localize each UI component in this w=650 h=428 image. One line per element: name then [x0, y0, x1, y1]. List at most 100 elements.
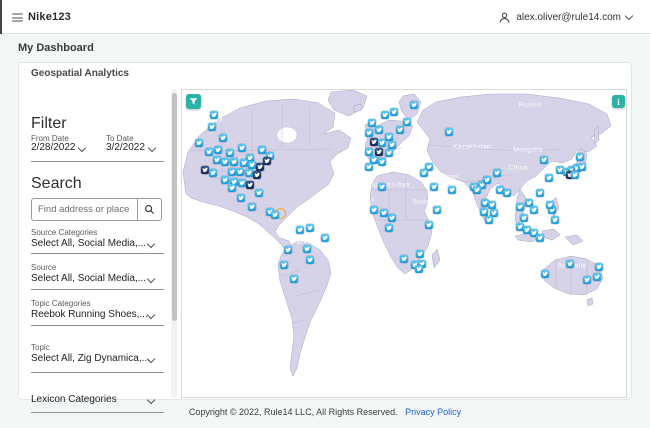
tweet-marker[interactable] [208, 123, 216, 131]
tweet-marker[interactable] [284, 246, 292, 254]
tweet-marker[interactable] [503, 189, 511, 197]
tweet-marker[interactable] [385, 224, 393, 232]
tweet-marker[interactable] [378, 139, 386, 147]
tweet-marker[interactable] [321, 234, 329, 242]
topic-categories-select[interactable]: Reebok Running Shoes,... [31, 309, 148, 320]
map-info-button[interactable]: i [612, 95, 625, 108]
tweet-marker[interactable] [425, 221, 433, 229]
tweet-marker[interactable] [493, 169, 501, 177]
tweet-marker[interactable] [253, 171, 261, 179]
source-select[interactable]: Select All, Social Media,... [31, 273, 146, 284]
tweet-marker[interactable] [536, 234, 544, 242]
tweet-marker[interactable] [400, 255, 408, 263]
tweet-marker[interactable] [378, 158, 386, 166]
tweet-marker[interactable] [433, 206, 441, 214]
tweet-marker[interactable] [375, 148, 383, 156]
tweet-marker[interactable] [370, 206, 378, 214]
tweet-marker[interactable] [258, 146, 266, 154]
tweet-marker[interactable] [238, 179, 246, 187]
tweet-marker[interactable] [210, 111, 218, 119]
tweet-marker[interactable] [219, 134, 227, 142]
source-categories-select[interactable]: Select All, Social Media,... [31, 238, 146, 249]
tweet-marker[interactable] [296, 226, 304, 234]
tweet-marker[interactable] [271, 211, 279, 219]
topic-categories-chevron-icon[interactable] [146, 310, 156, 320]
tweet-marker[interactable] [214, 146, 222, 154]
tweet-marker[interactable] [240, 159, 248, 167]
tweet-marker[interactable] [576, 153, 584, 161]
tweet-marker[interactable] [365, 129, 373, 137]
tweet-marker[interactable] [236, 168, 244, 176]
tweet-marker[interactable] [378, 183, 386, 191]
world-map[interactable]: i Canada Russia Kazakhstan Mongolia China Ira… [181, 89, 627, 398]
tweet-marker[interactable] [255, 189, 263, 197]
tweet-marker[interactable] [578, 163, 586, 171]
tweet-marker[interactable] [485, 216, 493, 224]
tweet-marker[interactable] [303, 245, 311, 253]
tweet-marker[interactable] [385, 133, 393, 141]
tweet-marker[interactable] [221, 176, 229, 184]
panel-scrollbar-thumb[interactable] [171, 93, 177, 321]
tweet-marker[interactable] [540, 156, 548, 164]
tweet-marker[interactable] [541, 270, 549, 278]
tweet-marker[interactable] [488, 201, 496, 209]
tweet-marker[interactable] [228, 184, 236, 192]
tweet-marker[interactable] [593, 273, 601, 281]
tweet-marker[interactable] [545, 174, 553, 182]
tweet-marker[interactable] [473, 186, 481, 194]
tweet-marker[interactable] [365, 148, 373, 156]
tweet-marker[interactable] [381, 111, 389, 119]
tweet-marker[interactable] [516, 203, 524, 211]
tweet-marker[interactable] [480, 208, 488, 216]
source-chevron-icon[interactable] [146, 274, 156, 284]
tweet-marker[interactable] [195, 139, 203, 147]
tweet-marker[interactable] [226, 149, 234, 157]
from-date-select[interactable]: 2/28/2022 [31, 142, 76, 153]
privacy-policy-link[interactable]: Privacy Policy [405, 407, 461, 417]
tweet-marker[interactable] [238, 144, 246, 152]
tweet-marker[interactable] [530, 206, 538, 214]
user-account-menu[interactable]: alex.oliver@rule14.com [498, 0, 634, 34]
tweet-marker[interactable] [213, 156, 221, 164]
tweet-marker[interactable] [365, 163, 373, 171]
search-button[interactable] [137, 199, 161, 220]
tweet-marker[interactable] [390, 108, 398, 116]
tweet-marker[interactable] [566, 260, 574, 268]
tweet-marker[interactable] [520, 214, 528, 222]
tweet-marker[interactable] [483, 176, 491, 184]
from-date-chevron-icon[interactable] [77, 143, 87, 153]
tweet-marker[interactable] [415, 265, 423, 273]
tweet-marker[interactable] [430, 183, 438, 191]
source-categories-chevron-icon[interactable] [146, 239, 156, 249]
tweet-marker[interactable] [583, 276, 591, 284]
topic-select[interactable]: Select All, Zig Dynamica,... [31, 353, 150, 364]
map-filter-button[interactable] [186, 94, 201, 109]
tweet-marker[interactable] [416, 250, 424, 258]
tweet-marker[interactable] [246, 181, 254, 189]
tweet-marker[interactable] [230, 158, 238, 166]
tweet-marker[interactable] [595, 263, 603, 271]
tweet-marker[interactable] [403, 118, 411, 126]
tweet-marker[interactable] [280, 261, 288, 269]
tweet-marker[interactable] [396, 126, 404, 134]
tweet-marker[interactable] [209, 169, 217, 177]
tweet-marker[interactable] [205, 148, 213, 156]
tweet-marker[interactable] [551, 216, 559, 224]
tweet-marker[interactable] [290, 275, 298, 283]
tweet-marker[interactable] [245, 169, 253, 177]
tweet-marker[interactable] [388, 214, 396, 222]
to-date-select[interactable]: 3/2/2022 [106, 142, 145, 153]
tweet-marker[interactable] [410, 101, 418, 109]
tweet-marker[interactable] [306, 256, 314, 264]
tweet-marker[interactable] [546, 201, 554, 209]
menu-icon[interactable] [12, 13, 23, 22]
lexicon-categories-section[interactable]: Lexicon Categories [31, 394, 117, 405]
tweet-marker[interactable] [228, 168, 236, 176]
tweet-marker[interactable] [263, 157, 271, 165]
tweet-marker[interactable] [380, 209, 388, 217]
tweet-marker[interactable] [248, 203, 256, 211]
tweet-marker[interactable] [420, 169, 428, 177]
tweet-marker[interactable] [571, 171, 579, 179]
tweet-marker[interactable] [536, 189, 544, 197]
tweet-marker[interactable] [221, 158, 229, 166]
